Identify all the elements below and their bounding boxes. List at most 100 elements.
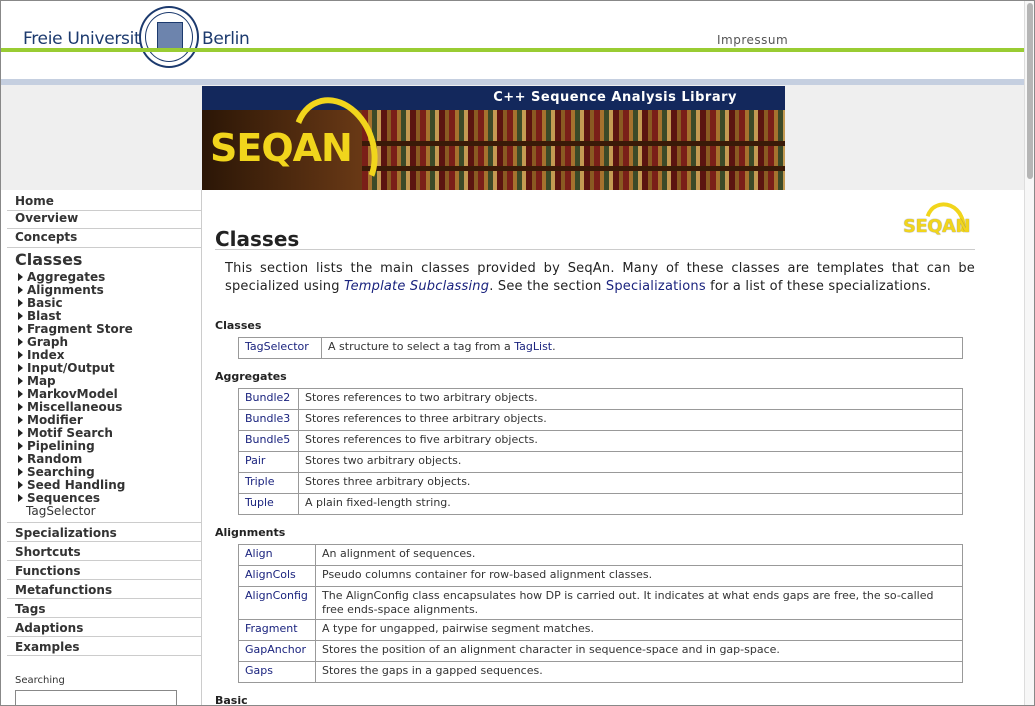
sidebar-item-label: Random bbox=[27, 452, 83, 466]
sidebar-item-shortcuts[interactable]: Shortcuts bbox=[15, 545, 81, 559]
sidebar-item-basic[interactable]: Basic bbox=[18, 296, 63, 310]
sidebar-item-label: Aggregates bbox=[27, 270, 106, 284]
sidebar-item-index[interactable]: Index bbox=[18, 348, 64, 362]
site-header: Freie Universität Berlin Impressum bbox=[1, 1, 1024, 85]
sidebar-item-classes[interactable]: Classes bbox=[15, 250, 82, 269]
class-description: Pseudo columns container for row-based a… bbox=[315, 565, 963, 587]
sidebar-item-overview[interactable]: Overview bbox=[15, 211, 78, 225]
class-name-link[interactable]: AlignConfig bbox=[238, 586, 316, 620]
class-description: The AlignConfig class encapsulates how D… bbox=[315, 586, 963, 620]
impressum-link[interactable]: Impressum bbox=[717, 33, 788, 47]
class-name-link[interactable]: Pair bbox=[238, 451, 299, 473]
table-row: Bundle2 Stores references to two arbitrar… bbox=[238, 388, 963, 410]
sidebar-item-label: Pipelining bbox=[27, 439, 95, 453]
class-name-link[interactable]: Align bbox=[238, 544, 316, 566]
nav-divider bbox=[7, 579, 201, 580]
class-description: A type for ungapped, pairwise segment ma… bbox=[315, 619, 963, 641]
expand-triangle-icon bbox=[18, 455, 23, 463]
expand-triangle-icon bbox=[18, 364, 23, 372]
sidebar-item-map[interactable]: Map bbox=[18, 374, 56, 388]
sidebar-item-metafunctions[interactable]: Metafunctions bbox=[15, 583, 112, 597]
expand-triangle-icon bbox=[18, 390, 23, 398]
table-row: Gaps Stores the gaps in a gapped sequence… bbox=[238, 661, 963, 683]
expand-triangle-icon bbox=[18, 403, 23, 411]
sidebar-item-seed-handling[interactable]: Seed Handling bbox=[18, 478, 125, 492]
sidebar-item-concepts[interactable]: Concepts bbox=[15, 230, 77, 244]
intro-text: . See the section bbox=[489, 279, 606, 294]
class-name-link[interactable]: Gaps bbox=[238, 661, 316, 683]
template-subclassing-link[interactable]: Template Subclassing bbox=[344, 279, 489, 294]
class-name-link[interactable]: Fragment bbox=[238, 619, 316, 641]
specializations-link[interactable]: Specializations bbox=[606, 279, 706, 294]
class-name-link[interactable]: AlignCols bbox=[238, 565, 316, 587]
sidebar-item-specializations[interactable]: Specializations bbox=[15, 526, 117, 540]
sidebar-item-label: Blast bbox=[27, 309, 62, 323]
table-row: AlignConfig The AlignConfig class encapsu… bbox=[238, 586, 963, 620]
expand-triangle-icon bbox=[18, 377, 23, 385]
sidebar-item-label: Input/Output bbox=[27, 361, 115, 375]
sidebar-item-motif-search[interactable]: Motif Search bbox=[18, 426, 113, 440]
nav-divider bbox=[7, 655, 201, 656]
expand-triangle-icon bbox=[18, 351, 23, 359]
sidebar-item-functions[interactable]: Functions bbox=[15, 564, 81, 578]
intro-text: for a list of these specializations. bbox=[705, 279, 932, 294]
sidebar-item-tags[interactable]: Tags bbox=[15, 602, 45, 616]
sidebar-item-modifier[interactable]: Modifier bbox=[18, 413, 83, 427]
sidebar-item-aggregates[interactable]: Aggregates bbox=[18, 270, 105, 284]
sidebar-item-searching[interactable]: Searching bbox=[18, 465, 95, 479]
sidebar-item-random[interactable]: Random bbox=[18, 452, 82, 466]
expand-triangle-icon bbox=[18, 429, 23, 437]
sidebar-item-alignments[interactable]: Alignments bbox=[18, 283, 104, 297]
sidebar-item-tagselector[interactable]: TagSelector bbox=[26, 504, 96, 518]
class-description: A plain fixed-length string. bbox=[298, 493, 963, 515]
university-seal-icon[interactable] bbox=[139, 6, 199, 68]
class-name-link[interactable]: Tuple bbox=[238, 493, 299, 515]
page-title: Classes bbox=[215, 227, 300, 251]
nav-divider bbox=[7, 598, 201, 599]
nav-divider bbox=[7, 228, 201, 229]
class-name-link[interactable]: TagSelector bbox=[238, 337, 322, 359]
bookshelf-image bbox=[362, 110, 785, 190]
sidebar-item-home[interactable]: Home bbox=[15, 194, 54, 208]
sidebar-item-graph[interactable]: Graph bbox=[18, 335, 68, 349]
sidebar-item-label: Modifier bbox=[27, 413, 83, 427]
expand-triangle-icon bbox=[18, 325, 23, 333]
class-description: Stores three arbitrary objects. bbox=[298, 472, 963, 494]
taglist-link[interactable]: TagList bbox=[514, 340, 552, 353]
expand-triangle-icon bbox=[18, 299, 23, 307]
class-name-link[interactable]: GapAnchor bbox=[238, 640, 316, 662]
sidebar-item-fragment-store[interactable]: Fragment Store bbox=[18, 322, 133, 336]
sidebar-item-examples[interactable]: Examples bbox=[15, 640, 80, 654]
sidebar-item-sequences[interactable]: Sequences bbox=[18, 491, 100, 505]
table-row: Fragment A type for ungapped, pairwise se… bbox=[238, 619, 963, 641]
sidebar-item-pipelining[interactable]: Pipelining bbox=[18, 439, 95, 453]
table-row: Pair Stores two arbitrary objects. bbox=[238, 451, 963, 473]
shelf-board bbox=[362, 166, 785, 171]
seqan-banner: C++ Sequence Analysis Library SEQAN bbox=[202, 86, 785, 190]
table-row: Bundle3 Stores references to three arbitr… bbox=[238, 409, 963, 431]
sidebar-item-blast[interactable]: Blast bbox=[18, 309, 61, 323]
class-table: Align An alignment of sequences. AlignCol… bbox=[238, 544, 963, 683]
class-name-link[interactable]: Bundle5 bbox=[238, 430, 299, 452]
expand-triangle-icon bbox=[18, 468, 23, 476]
sidebar-item-input-output[interactable]: Input/Output bbox=[18, 361, 115, 375]
sidebar-item-miscellaneous[interactable]: Miscellaneous bbox=[18, 400, 122, 414]
banner-title: C++ Sequence Analysis Library bbox=[202, 86, 785, 110]
sidebar-nav: Home Overview Concepts Classes Aggregate… bbox=[1, 190, 202, 705]
sidebar-item-label: Seed Handling bbox=[27, 478, 126, 492]
class-description: An alignment of sequences. bbox=[315, 544, 963, 566]
class-name-link[interactable]: Bundle2 bbox=[238, 388, 299, 410]
scrollbar-thumb[interactable] bbox=[1027, 3, 1033, 179]
title-divider bbox=[215, 249, 975, 250]
sidebar-item-markovmodel[interactable]: MarkovModel bbox=[18, 387, 118, 401]
class-name-link[interactable]: Bundle3 bbox=[238, 409, 299, 431]
sidebar-item-adaptions[interactable]: Adaptions bbox=[15, 621, 83, 635]
vertical-scrollbar[interactable] bbox=[1024, 1, 1034, 705]
sidebar-item-label: MarkovModel bbox=[27, 387, 118, 401]
expand-triangle-icon bbox=[18, 338, 23, 346]
class-name-link[interactable]: Triple bbox=[238, 472, 299, 494]
class-description: Stores references to five arbitrary obje… bbox=[298, 430, 963, 452]
search-input[interactable] bbox=[15, 690, 177, 705]
nav-divider bbox=[7, 522, 201, 523]
class-table: Bundle2 Stores references to two arbitrar… bbox=[238, 388, 963, 515]
